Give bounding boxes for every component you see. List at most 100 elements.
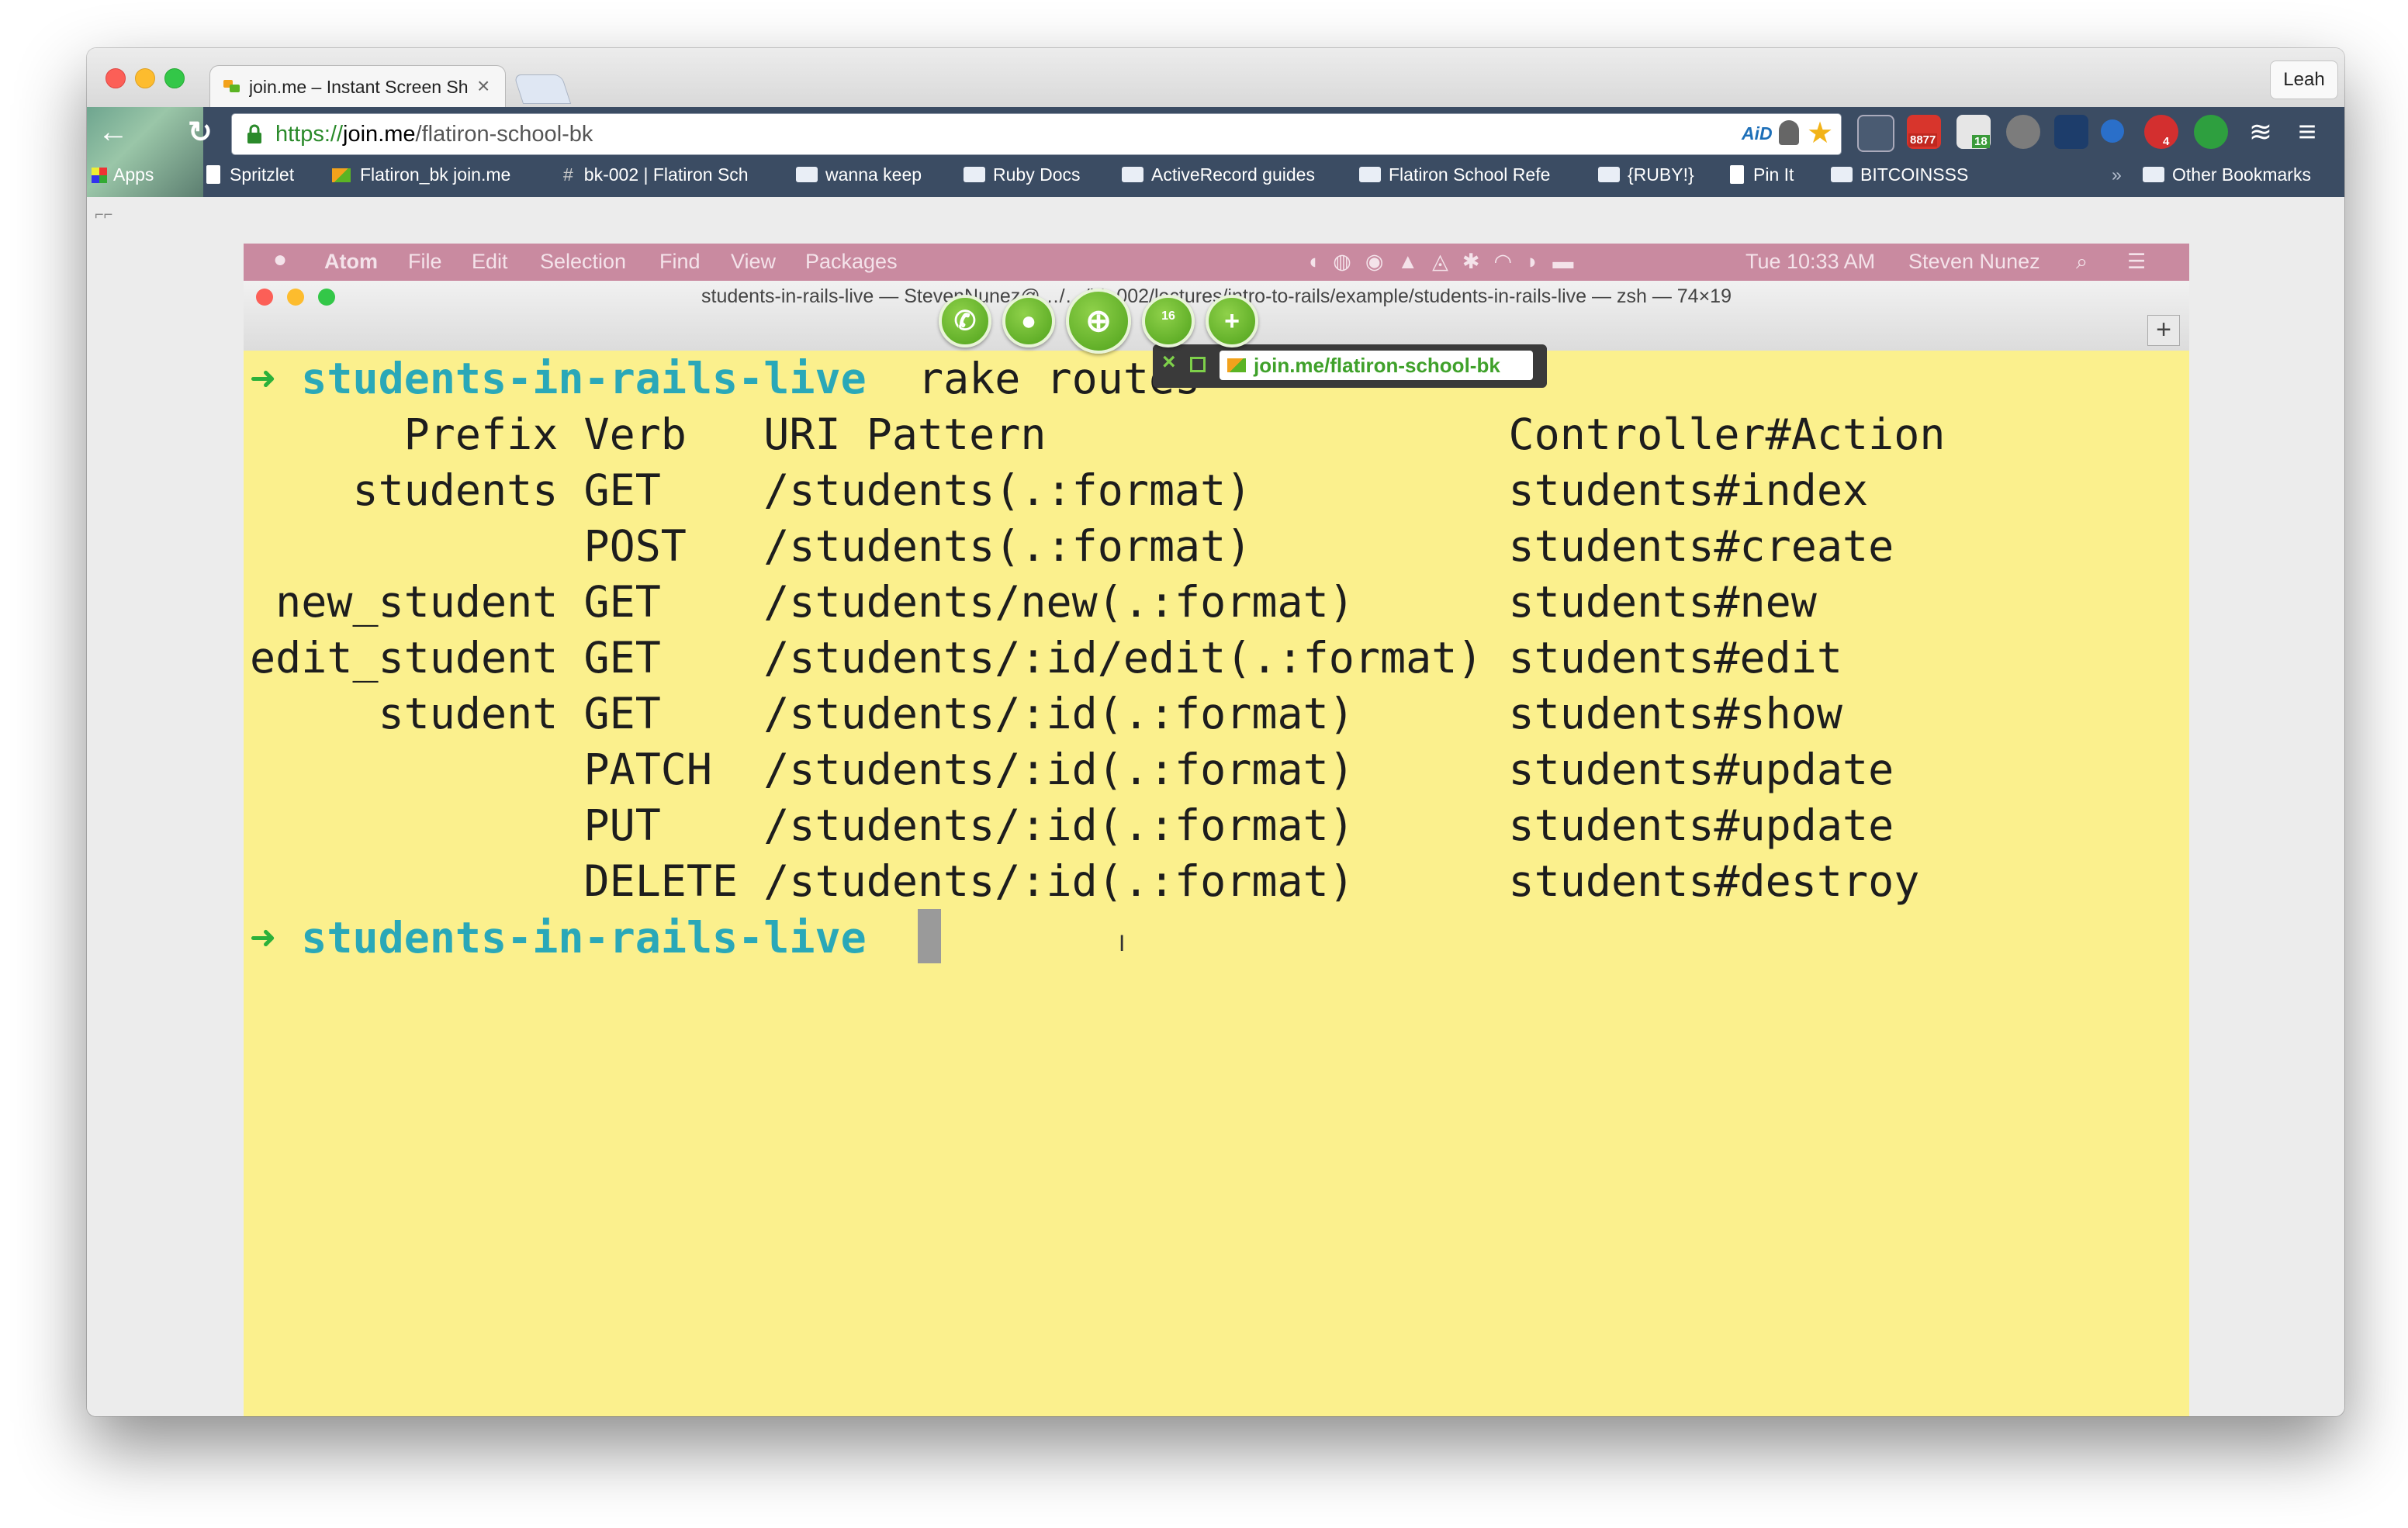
bookmark-ruby[interactable]: {RUBY!} [1598, 164, 1694, 185]
share-icon[interactable] [2101, 119, 2124, 143]
bookmark-spritzlet[interactable]: Spritzlet [206, 164, 294, 185]
lastpass-icon[interactable]: 4 [2144, 115, 2178, 149]
joinme-logo-icon [1227, 358, 1246, 372]
tab-joinme[interactable]: join.me – Instant Screen Sh × [209, 65, 506, 109]
bookmark-label: Ruby Docs [993, 164, 1081, 185]
menu-view: View [731, 250, 777, 273]
minimize-window-button[interactable] [135, 68, 155, 88]
back-arrow-icon[interactable]: ← [98, 115, 129, 150]
prompt-cwd: students-in-rails-live [301, 913, 867, 963]
browser-window: join.me – Instant Screen Sh × Leah ← ↻ h… [87, 48, 2344, 1416]
terminal-new-tab-button: + [2147, 315, 2180, 346]
buffer-icon[interactable]: ≋ [2244, 115, 2278, 149]
joinme-favicon-icon [223, 80, 240, 92]
bookmark-flatiron-joinme[interactable]: Flatiron_bk join.me [332, 164, 510, 185]
folder-icon [2143, 167, 2164, 182]
folder-icon [1122, 167, 1143, 182]
bookmark-flatiron-reference[interactable]: Flatiron School Refe [1359, 164, 1569, 185]
bookmark-bk002[interactable]: # bk-002 | Flatiron Sch [563, 164, 749, 185]
address-bar[interactable]: https://join.me/flatiron-school-bk AiD ★ [231, 113, 1842, 155]
joinme-collapse-icon[interactable]: × [1162, 349, 1176, 375]
url-text: https://join.me/flatiron-school-bk [275, 122, 593, 147]
close-window-button[interactable] [106, 68, 126, 88]
hash-icon: # [563, 164, 573, 185]
menu-packages: Packages [805, 250, 898, 273]
gmail-icon[interactable]: 8877 [1907, 115, 1941, 149]
prompt-cwd: students-in-rails-live [301, 354, 867, 403]
bookmark-activerecord[interactable]: ActiveRecord guides [1122, 164, 1315, 185]
joinme-window-icon[interactable] [1190, 357, 1206, 372]
shared-screen: ● Atom File Edit Selection Find View Pac… [244, 244, 2189, 1416]
route-line: student GET /students/:id(.:format) stud… [250, 689, 1842, 738]
route-line: students GET /students(.:format) student… [250, 465, 1869, 515]
participants-count: 16 [1161, 309, 1175, 323]
bookmarks-overflow-icon[interactable]: » [2112, 164, 2122, 185]
folder-icon [964, 167, 985, 182]
gmail-badge: 8877 [1908, 133, 1938, 147]
add-icon[interactable]: + [1206, 295, 1258, 347]
folder-icon [1359, 167, 1381, 182]
lock-icon [247, 124, 261, 143]
bookmark-wanna-keep[interactable]: wanna keep [796, 164, 922, 185]
books-icon[interactable] [2054, 115, 2088, 149]
phone-icon[interactable]: ✆ [939, 295, 991, 347]
bookmark-label: wanna keep [825, 164, 922, 185]
route-line: edit_student GET /students/:id/edit(.:fo… [250, 633, 1842, 683]
route-line: PATCH /students/:id(.:format) students#u… [250, 745, 1894, 794]
bookmark-ruby-docs[interactable]: Ruby Docs [964, 164, 1080, 185]
profile-button[interactable]: Leah [2270, 60, 2338, 99]
lastpass-badge: 4 [2163, 135, 2170, 148]
command-line: ➜ students-in-rails-live rake routes [250, 351, 1200, 406]
bookmark-label: BITCOINSSS [1860, 164, 1969, 185]
new-tab-button[interactable] [513, 74, 572, 104]
folder-icon [1831, 167, 1853, 182]
prompt-arrow-icon: ➜ [250, 913, 276, 963]
bookmark-label: ActiveRecord guides [1151, 164, 1315, 185]
url-host: join.me [343, 122, 416, 147]
prompt-arrow-icon: ➜ [250, 354, 276, 403]
lightbulb-icon[interactable] [1779, 120, 1799, 145]
toolbar-row: ← ↻ https://join.me/flatiron-school-bk A… [87, 107, 2344, 197]
aid-extension-icon[interactable]: AiD [1742, 123, 1773, 144]
url-protocol: https:// [275, 122, 344, 147]
joinme-toolbar: × join.me/flatiron-school-bk [1153, 344, 1547, 388]
bookmark-label: {RUBY!} [1628, 164, 1694, 185]
menu-app: Atom [324, 250, 378, 273]
route-line: DELETE /students/:id(.:format) students#… [250, 856, 1920, 906]
participants-icon[interactable]: 16 [1142, 295, 1195, 347]
apple-icon: ● [273, 247, 288, 272]
routes-header: Prefix Verb URI Pattern Controller#Actio… [250, 410, 1946, 459]
status-icons: ◖◍◉▲◬✱◠◗▬ [1306, 250, 1588, 273]
joinme-url-field[interactable]: join.me/flatiron-school-bk [1220, 351, 1533, 380]
bookmark-label: Flatiron_bk join.me [360, 164, 511, 185]
terminal-body: ➜ students-in-rails-live rake routes Pre… [244, 351, 2189, 1416]
puzzle-extension-icon[interactable] [2006, 115, 2040, 149]
remote-clock: Tue 10:33 AM [1745, 250, 1876, 273]
bookmark-label: Apps [113, 164, 154, 185]
pocket-icon[interactable] [1857, 115, 1894, 152]
bookmark-label: Spritzlet [230, 164, 295, 185]
bookmark-apps[interactable]: Apps [92, 164, 154, 185]
star-icon[interactable]: ★ [1807, 116, 1833, 150]
bookmark-bitcoinsss[interactable]: BITCOINSSS [1831, 164, 1968, 185]
folder-icon [796, 167, 818, 182]
joinme-url-text: join.me/flatiron-school-bk [1254, 354, 1500, 377]
route-line: PUT /students/:id(.:format) students#upd… [250, 800, 1894, 850]
ibeam-cursor-icon: I [1119, 931, 1126, 956]
zoom-icon[interactable]: ⊕ [1066, 289, 1131, 354]
zoom-window-button[interactable] [164, 68, 185, 88]
bookmark-pin-it[interactable]: Pin It [1730, 164, 1794, 185]
page-icon [1730, 165, 1744, 184]
remote-menubar: ● Atom File Edit Selection Find View Pac… [244, 244, 2189, 281]
chat-icon[interactable]: ● [1002, 295, 1055, 347]
reload-icon[interactable]: ↻ [188, 115, 213, 150]
menu-selection: Selection [540, 250, 627, 273]
calendar-icon[interactable]: 18 [1956, 115, 1991, 149]
spotlight-icon: ⌕ [2076, 250, 2088, 273]
menu-icon[interactable]: ≡ [2290, 115, 2324, 149]
bookmark-label: Other Bookmarks [2172, 164, 2311, 185]
tab-close-icon[interactable]: × [477, 74, 490, 99]
hangouts-icon[interactable] [2194, 115, 2228, 149]
other-bookmarks[interactable]: Other Bookmarks [2143, 164, 2311, 185]
folder-icon [1598, 167, 1620, 182]
